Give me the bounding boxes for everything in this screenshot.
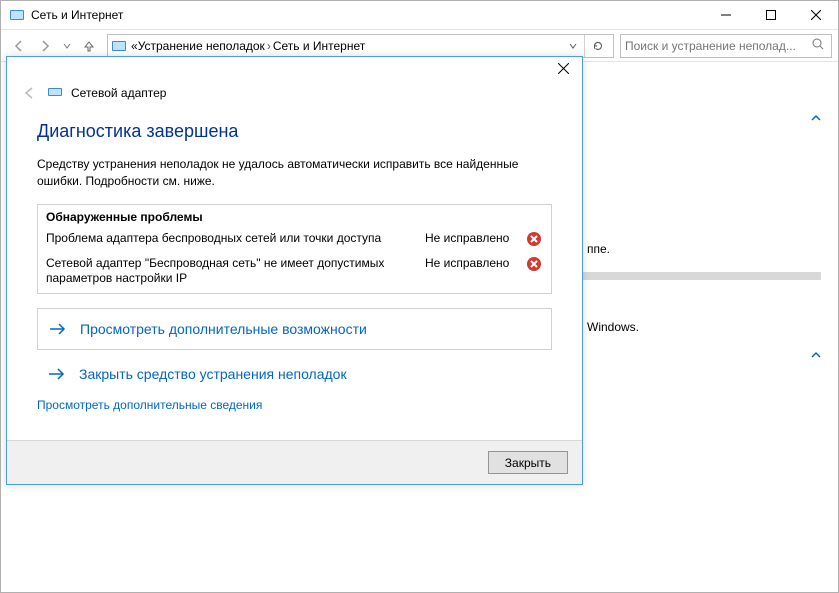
problem-status: Не исправлено [425,256,525,270]
nav-back-button[interactable] [7,34,31,58]
close-button[interactable] [793,1,838,29]
error-icon [525,231,543,247]
arrow-right-icon [47,367,67,381]
address-dropdown-button[interactable] [564,35,582,57]
troubleshooter-dialog: Сетевой адаптер Диагностика завершена Ср… [6,56,583,485]
breadcrumb-sep-icon[interactable]: › [267,39,271,53]
nav-recent-button[interactable] [59,34,75,58]
view-details-link[interactable]: Просмотреть дополнительные сведения [37,394,262,416]
section-collapse-icon[interactable] [806,347,826,363]
window-title: Сеть и Интернет [31,8,703,22]
dialog-titlebar [7,57,582,79]
breadcrumb-icon [111,38,127,54]
breadcrumb-seg1[interactable]: Устранение неполадок [138,39,265,53]
section-collapse-icon[interactable] [806,110,826,126]
minimize-button[interactable] [703,1,748,29]
address-bar[interactable]: « Устранение неполадок › Сеть и Интернет [107,34,614,58]
dialog-content: Диагностика завершена Средству устранени… [7,113,582,440]
problem-text: Сетевой адаптер "Беспроводная сеть" не и… [46,256,425,287]
dialog-title: Сетевой адаптер [71,86,166,100]
dialog-close-button[interactable] [544,57,582,79]
breadcrumb-seg2[interactable]: Сеть и Интернет [273,39,365,53]
body-text-fragment: ппе. [587,242,610,256]
search-icon[interactable] [811,37,827,54]
network-adapter-icon [47,84,63,103]
arrow-right-icon [48,322,68,336]
titlebar: Сеть и Интернет [1,1,838,30]
breadcrumb-prefix: « [131,39,138,53]
explore-more-label: Просмотреть дополнительные возможности [80,321,367,337]
problem-row[interactable]: Проблема адаптера беспроводных сетей или… [38,228,551,253]
dialog-header: Сетевой адаптер [7,79,582,113]
nav-up-button[interactable] [77,34,101,58]
refresh-button[interactable] [584,35,610,57]
search-input[interactable] [625,39,811,53]
dialog-footer: Закрыть [7,440,582,484]
close-button[interactable]: Закрыть [488,451,568,474]
close-troubleshooter-option[interactable]: Закрыть средство устранения неполадок [37,364,552,394]
problem-status: Не исправлено [425,231,525,245]
problems-found-box: Обнаруженные проблемы Проблема адаптера … [37,204,552,294]
problem-row[interactable]: Сетевой адаптер "Беспроводная сеть" не и… [38,253,551,293]
explore-more-option[interactable]: Просмотреть дополнительные возможности [37,308,552,350]
progress-bar [551,272,821,280]
problems-heading: Обнаруженные проблемы [38,205,551,228]
close-troubleshooter-label: Закрыть средство устранения неполадок [79,366,347,382]
window-controls [703,1,838,29]
nav-forward-button[interactable] [33,34,57,58]
control-panel-icon [9,7,25,23]
dialog-back-button[interactable] [19,83,39,103]
body-text-fragment2: Windows. [587,320,639,334]
dialog-description: Средству устранения неполадок не удалось… [37,156,552,190]
search-box[interactable] [620,34,832,58]
dialog-heading: Диагностика завершена [37,121,552,142]
problem-text: Проблема адаптера беспроводных сетей или… [46,231,425,247]
error-icon [525,256,543,272]
maximize-button[interactable] [748,1,793,29]
